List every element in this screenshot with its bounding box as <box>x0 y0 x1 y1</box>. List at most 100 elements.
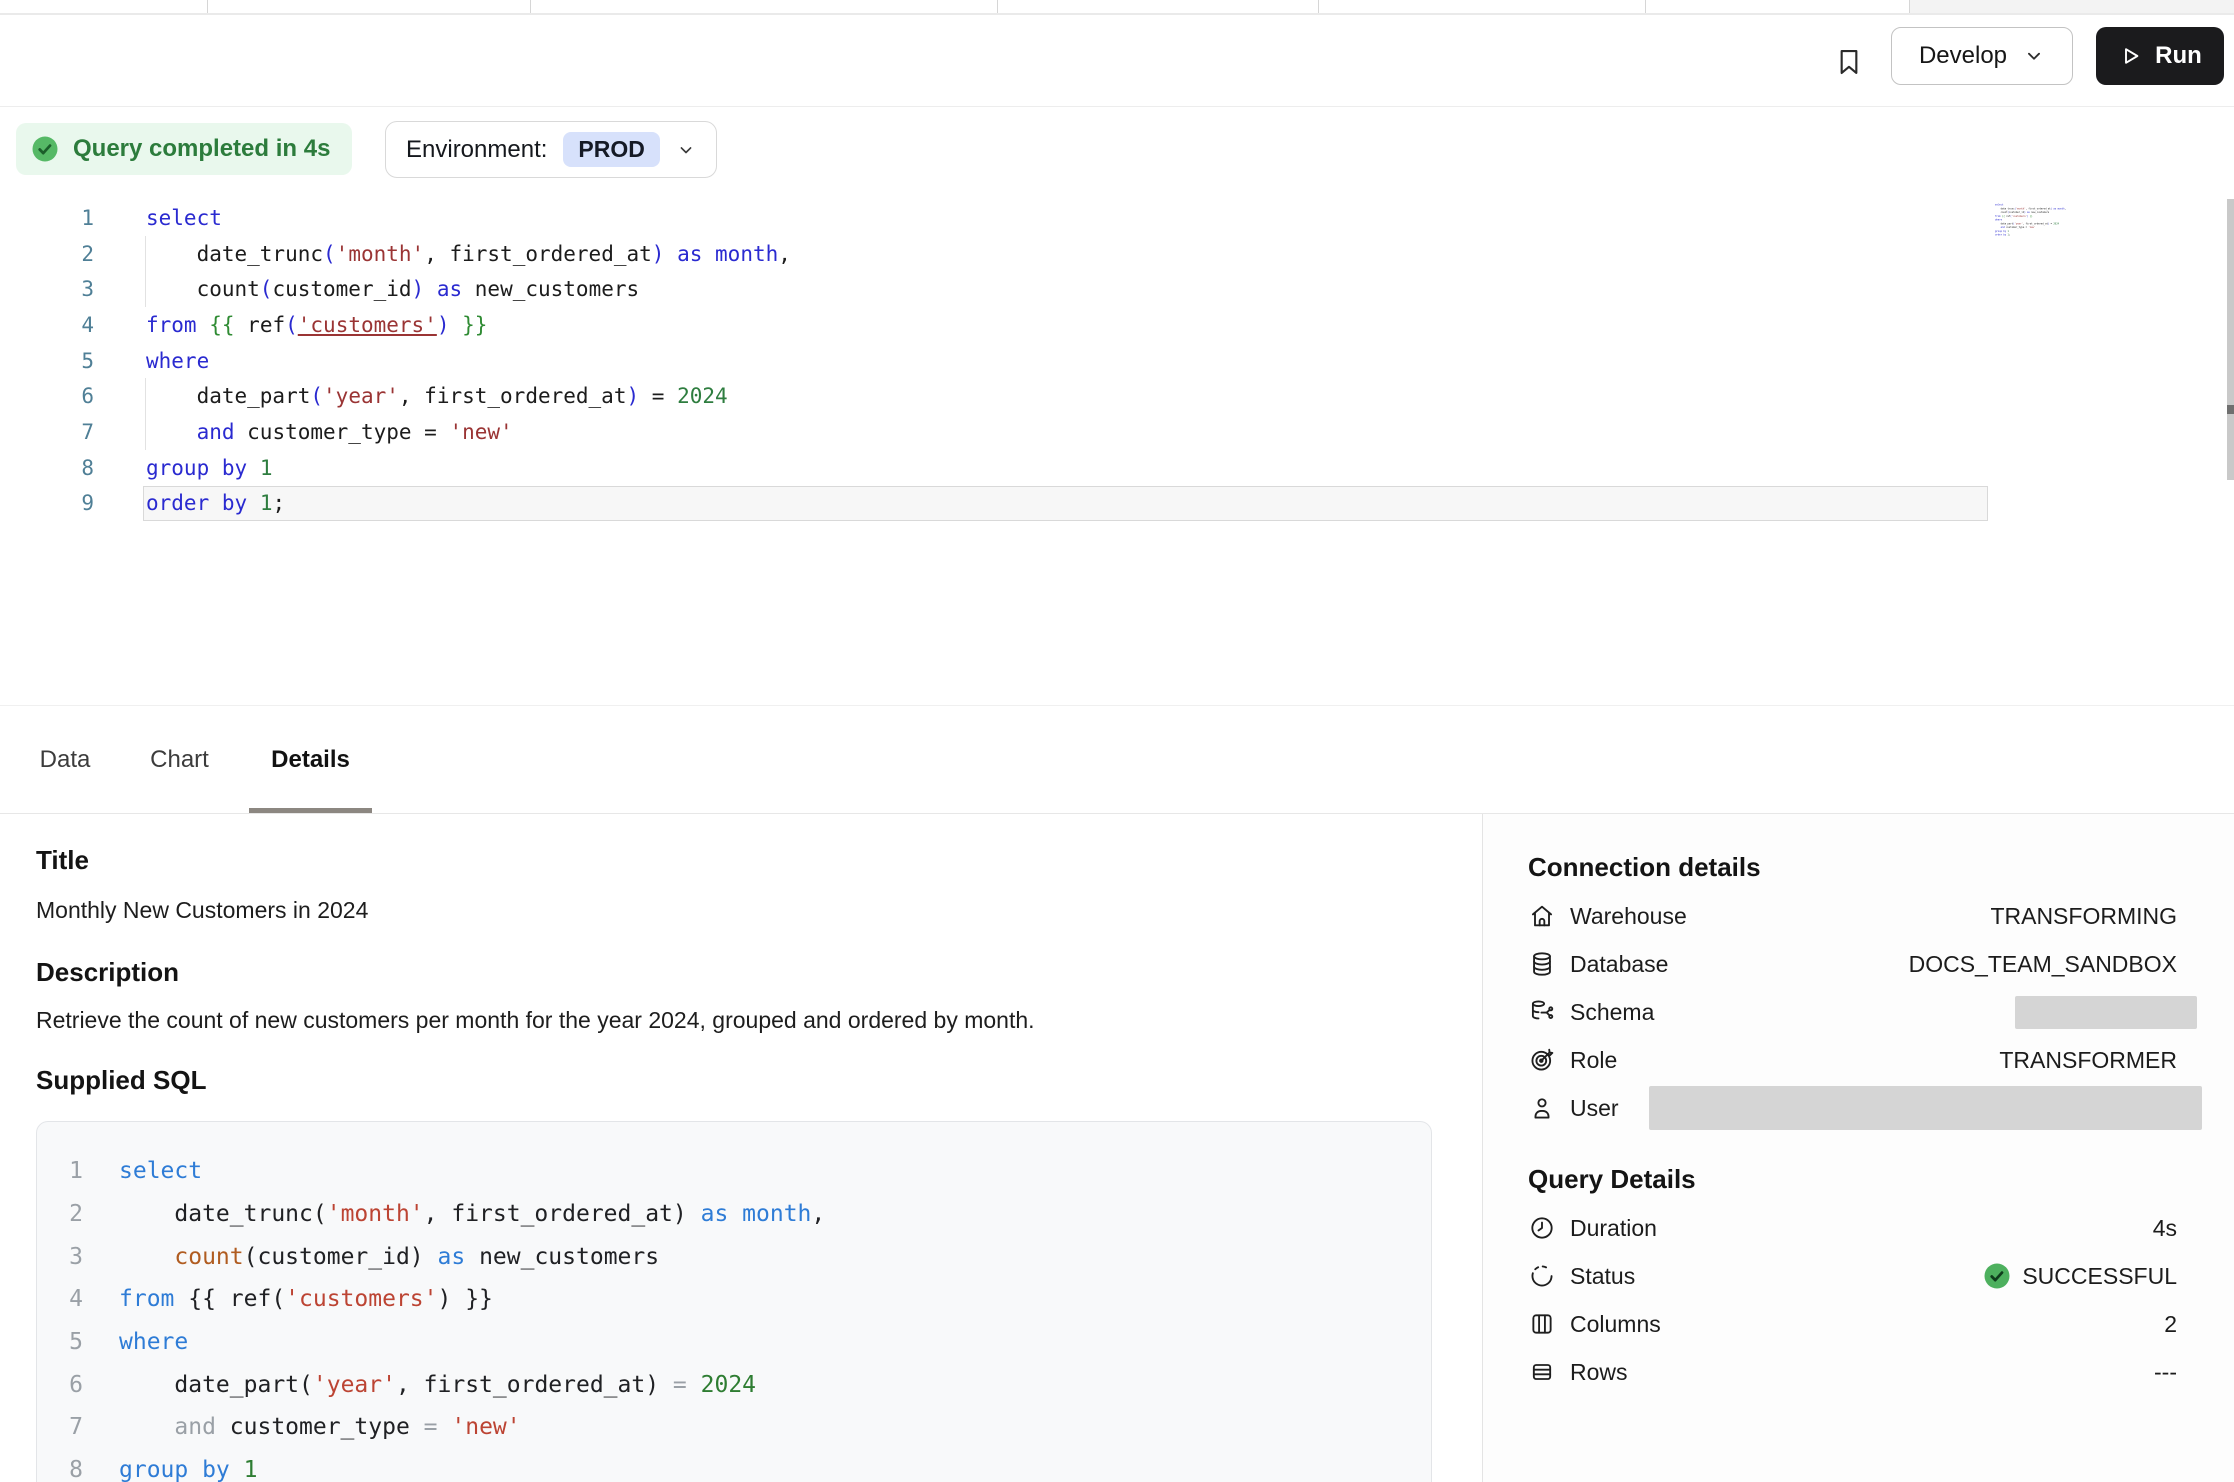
bookmark-button[interactable] <box>1829 40 1869 84</box>
detail-row-status: Status SUCCESSFUL <box>1528 1252 2177 1300</box>
query-status-badge: Query completed in 4s <box>16 123 352 175</box>
database-icon <box>1528 950 1556 978</box>
code-line: group by 1 <box>143 450 1988 486</box>
environment-selector[interactable]: Environment: PROD <box>385 121 717 178</box>
indent-guide <box>145 236 146 272</box>
detail-row-rows: Rows --- <box>1528 1348 2177 1396</box>
title-value: Monthly New Customers in 2024 <box>36 895 1432 925</box>
detail-value: TRANSFORMING <box>1990 903 2177 930</box>
supplied-sql-heading: Supplied SQL <box>36 1063 1432 1097</box>
editor-line: 9 order by 1; <box>0 486 2234 522</box>
develop-dropdown-button[interactable]: Develop <box>1891 27 2073 85</box>
code-line: select <box>119 1158 202 1184</box>
play-icon <box>2118 44 2142 68</box>
code-line: where <box>143 343 1988 379</box>
redacted-value <box>1649 1086 2202 1130</box>
editor-line: 5 where <box>0 343 2234 379</box>
environment-label: Environment: <box>406 136 547 164</box>
code-line: and customer_type = 'new' <box>143 414 1988 450</box>
indent-guide <box>145 271 146 307</box>
detail-label: Rows <box>1570 1359 1628 1386</box>
editor-minimap[interactable]: select date_trunc('month', first_ordered… <box>1995 203 2105 243</box>
sql-editor[interactable]: 1select2 date_trunc('month', first_order… <box>0 200 2234 521</box>
code-line: from {{ ref('customers') }} <box>119 1286 493 1312</box>
code-line: order by 1; <box>143 486 1988 522</box>
detail-row-role: Role TRANSFORMER <box>1528 1036 2177 1084</box>
supplied-sql-line: 4from {{ ref('customers') }} <box>67 1278 1431 1321</box>
detail-value: 4s <box>2153 1215 2177 1242</box>
detail-label: Database <box>1570 951 1668 978</box>
editor-line: 4from {{ ref('customers') }} <box>0 307 2234 343</box>
run-button[interactable]: Run <box>2096 27 2224 85</box>
detail-label: Columns <box>1570 1311 1661 1338</box>
description-value: Retrieve the count of new customers per … <box>36 1005 1432 1035</box>
supplied-sql-line: 7 and customer_type = 'new' <box>67 1406 1431 1449</box>
tab-details[interactable]: Details <box>249 706 372 813</box>
line-number: 7 <box>67 1414 83 1440</box>
editor-line: 8group by 1 <box>0 450 2234 486</box>
top-tab-separator <box>1909 0 1910 13</box>
toolbar: Develop Run <box>0 15 2234 107</box>
supplied-sql-line: 3 count(customer_id) as new_customers <box>67 1235 1431 1278</box>
detail-label: Role <box>1570 1047 1617 1074</box>
supplied-sql-line: 6 date_part('year', first_ordered_at) = … <box>67 1363 1431 1406</box>
detail-label: User <box>1570 1095 1619 1122</box>
code-line: where <box>119 1329 188 1355</box>
rows-icon <box>1528 1358 1556 1386</box>
editor-line: 7 and customer_type = 'new' <box>0 414 2234 450</box>
tab-label: Data <box>40 746 91 774</box>
line-number: 6 <box>67 1372 83 1398</box>
query-status-text: Query completed in 4s <box>73 135 330 163</box>
code-line: date_part('year', first_ordered_at) = 20… <box>119 1372 756 1398</box>
status-icon <box>1528 1262 1556 1290</box>
line-number: 2 <box>0 242 94 266</box>
code-line: date_trunc('month', first_ordered_at) as… <box>143 236 1988 272</box>
connection-details-panel: Connection details WarehouseTRANSFORMING… <box>1482 814 2234 1482</box>
line-number: 5 <box>0 349 94 373</box>
sql-ide-window: Develop Run Query completed in 4s Enviro… <box>0 0 2234 1482</box>
chevron-down-icon <box>2023 45 2045 67</box>
tab-data[interactable]: Data <box>36 706 94 813</box>
code-line: and customer_type = 'new' <box>119 1414 521 1440</box>
detail-label: Status <box>1570 1263 1635 1290</box>
columns-icon <box>1528 1310 1556 1338</box>
line-number: 5 <box>67 1329 83 1355</box>
environment-value-chip: PROD <box>563 132 659 167</box>
detail-row-user: User <box>1528 1084 2177 1132</box>
line-number: 1 <box>67 1158 83 1184</box>
detail-value: --- <box>2154 1359 2177 1386</box>
line-number: 8 <box>67 1457 83 1482</box>
detail-row-columns: Columns2 <box>1528 1300 2177 1348</box>
detail-value: TRANSFORMER <box>1999 1047 2177 1074</box>
detail-label: Warehouse <box>1570 903 1687 930</box>
supplied-sql-line: 8group by 1 <box>67 1449 1431 1482</box>
user-icon <box>1528 1094 1556 1122</box>
line-number: 3 <box>67 1244 83 1270</box>
top-tab-separator <box>1318 0 1319 13</box>
code-line: count(customer_id) as new_customers <box>143 271 1988 307</box>
line-number: 7 <box>0 420 94 444</box>
line-number: 9 <box>0 491 94 515</box>
line-number: 2 <box>67 1201 83 1227</box>
detail-value: DOCS_TEAM_SANDBOX <box>1909 951 2177 978</box>
detail-label: Duration <box>1570 1215 1657 1242</box>
detail-row-duration: Duration 4s <box>1528 1204 2177 1252</box>
details-panel: Title Monthly New Customers in 2024 Desc… <box>36 814 1432 1482</box>
line-number: 1 <box>0 206 94 230</box>
scrollbar-thumb[interactable] <box>2227 405 2234 414</box>
top-tab-separator <box>997 0 998 13</box>
line-number: 3 <box>0 277 94 301</box>
check-circle-icon <box>30 134 60 164</box>
detail-label: Schema <box>1570 999 1654 1026</box>
indent-guide <box>145 414 146 450</box>
editor-line: 6 date_part('year', first_ordered_at) = … <box>0 378 2234 414</box>
top-tab-separator <box>530 0 531 13</box>
editor-scrollbar[interactable] <box>2227 199 2234 480</box>
results-tabbar: Data Chart Details <box>0 705 2234 814</box>
indent-guide <box>145 378 146 414</box>
editor-line: 2 date_trunc('month', first_ordered_at) … <box>0 236 2234 272</box>
schema-icon <box>1528 998 1556 1026</box>
tab-chart[interactable]: Chart <box>144 706 215 813</box>
top-tab-cell <box>1910 0 2234 13</box>
detail-value: SUCCESSFUL <box>2022 1263 2177 1290</box>
